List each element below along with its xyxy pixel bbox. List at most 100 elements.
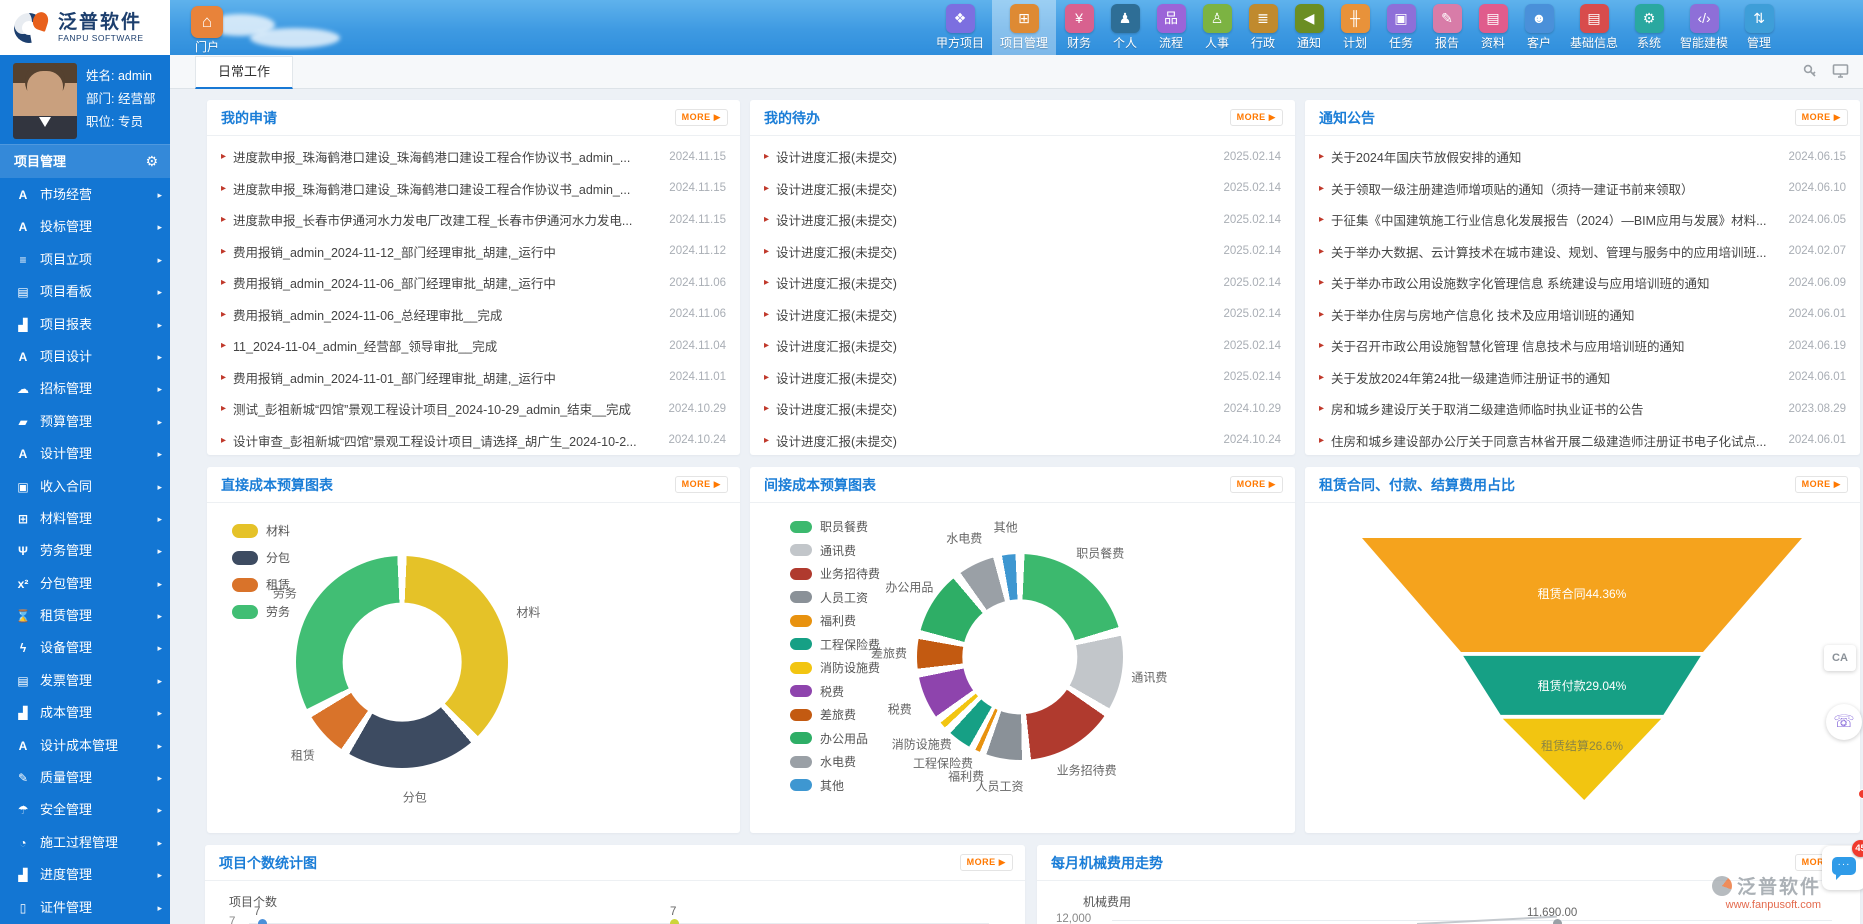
list-item[interactable]: ▸关于召开市政公用设施智慧化管理 信息技术与应用培训班的通知2024.06.19	[1319, 330, 1846, 362]
gear-icon[interactable]: ⚙	[145, 145, 158, 178]
list-item[interactable]: ▸测试_彭祖新城“四馆”景观工程设计项目_2024-10-29_admin_结束…	[221, 393, 726, 425]
sidebar-item-设计管理[interactable]: A设计管理▸	[0, 438, 170, 470]
legend-item[interactable]: 通讯费	[790, 539, 880, 563]
sidebar-item-安全管理[interactable]: ☂安全管理▸	[0, 794, 170, 826]
nav-item-管理[interactable]: ⇅管理	[1736, 0, 1782, 55]
list-item[interactable]: ▸进度款申报_珠海鹤港口建设_珠海鹤港口建设工程合作协议书_admin_...2…	[221, 173, 726, 205]
legend-item[interactable]: 税费	[790, 680, 880, 704]
list-item[interactable]: ▸关于2024年国庆节放假安排的通知2024.06.15	[1319, 141, 1846, 173]
legend-item[interactable]: 差旅费	[790, 703, 880, 727]
legend-item[interactable]: 业务招待费	[790, 562, 880, 586]
sidebar-item-进度管理[interactable]: ▟进度管理▸	[0, 859, 170, 891]
list-item[interactable]: ▸设计审查_彭祖新城“四馆”景观工程设计项目_请选择_胡广生_2024-10-2…	[221, 425, 726, 456]
sidebar-item-设计成本管理[interactable]: A设计成本管理▸	[0, 730, 170, 762]
legend-item[interactable]: 工程保险费	[790, 633, 880, 657]
more-button[interactable]: MORE ▶	[675, 109, 728, 126]
list-item[interactable]: ▸费用报销_admin_2024-11-01_部门经理审批_胡建,_运行中202…	[221, 362, 726, 394]
nav-item-计划[interactable]: ╫计划	[1332, 0, 1378, 55]
list-item[interactable]: ▸11_2024-11-04_admin_经营部_领导审批__完成2024.11…	[221, 330, 726, 362]
nav-item-系统[interactable]: ⚙系统	[1626, 0, 1672, 55]
nav-item-报告[interactable]: ✎报告	[1424, 0, 1470, 55]
phone-support-icon[interactable]: ☏	[1826, 704, 1862, 740]
legend-item[interactable]: 福利费	[790, 609, 880, 633]
legend-item[interactable]: 办公用品	[790, 727, 880, 751]
direct-cost-donut-chart[interactable]	[296, 556, 508, 768]
sidebar-item-成本管理[interactable]: ▟成本管理▸	[0, 697, 170, 729]
list-item[interactable]: ▸设计进度汇报(未提交)2025.02.14	[764, 299, 1281, 331]
more-button[interactable]: MORE ▶	[675, 476, 728, 493]
data-point[interactable]	[1553, 919, 1562, 924]
nav-item-portal[interactable]: ⌂ 门户	[180, 4, 234, 55]
nav-item-人事[interactable]: ♙人事	[1194, 0, 1240, 55]
list-item[interactable]: ▸进度款申报_长春市伊通河水力发电厂改建工程_长春市伊通河水力发电...2024…	[221, 204, 726, 236]
list-item[interactable]: ▸设计进度汇报(未提交)2025.02.14	[764, 204, 1281, 236]
rental-funnel-chart[interactable]: 租赁合同44.36%租赁付款29.04%租赁结算26.6%	[1362, 538, 1802, 800]
sidebar-item-质量管理[interactable]: ✎质量管理▸	[0, 762, 170, 794]
sidebar-item-租赁管理[interactable]: ⌛租赁管理▸	[0, 600, 170, 632]
list-item[interactable]: ▸关于举办住房与房地产信息化 技术及应用培训班的通知2024.06.01	[1319, 299, 1846, 331]
nav-item-行政[interactable]: ≣行政	[1240, 0, 1286, 55]
list-item[interactable]: ▸关于发放2024年第24批一级建造师注册证书的通知2024.06.01	[1319, 362, 1846, 394]
key-icon[interactable]	[1802, 63, 1818, 79]
data-point[interactable]	[670, 919, 679, 924]
nav-item-财务[interactable]: ¥财务	[1056, 0, 1102, 55]
avatar[interactable]	[13, 63, 77, 139]
nav-item-任务[interactable]: ▣任务	[1378, 0, 1424, 55]
sidebar-item-市场经营[interactable]: A市场经营▸	[0, 179, 170, 211]
legend-item[interactable]: 水电费	[790, 750, 880, 774]
nav-item-项目管理[interactable]: ⊞项目管理	[992, 0, 1056, 55]
list-item[interactable]: ▸费用报销_admin_2024-11-12_部门经理审批_胡建,_运行中202…	[221, 236, 726, 268]
sidebar-item-施工过程管理[interactable]: ◔施工过程管理▸	[0, 827, 170, 859]
list-item[interactable]: ▸设计进度汇报(未提交)2025.02.14	[764, 236, 1281, 268]
sidebar-item-收入合同[interactable]: ▣收入合同▸	[0, 471, 170, 503]
nav-item-个人[interactable]: ♟个人	[1102, 0, 1148, 55]
nav-item-甲方项目[interactable]: ❖甲方项目	[928, 0, 992, 55]
more-button[interactable]: MORE ▶	[1795, 109, 1848, 126]
list-item[interactable]: ▸设计进度汇报(未提交)2025.02.14	[764, 267, 1281, 299]
sidebar-item-招标管理[interactable]: ☁招标管理▸	[0, 373, 170, 405]
list-item[interactable]: ▸设计进度汇报(未提交)2024.10.24	[764, 425, 1281, 456]
sidebar-item-项目设计[interactable]: A项目设计▸	[0, 341, 170, 373]
sidebar-item-材料管理[interactable]: ⊞材料管理▸	[0, 503, 170, 535]
legend-item[interactable]: 消防设施费	[790, 656, 880, 680]
list-item[interactable]: ▸关于举办大数据、云计算技术在城市建设、规划、管理与服务中的应用培训班...20…	[1319, 236, 1846, 268]
list-item[interactable]: ▸设计进度汇报(未提交)2025.02.14	[764, 362, 1281, 394]
list-item[interactable]: ▸设计进度汇报(未提交)2025.02.14	[764, 330, 1281, 362]
legend-item[interactable]: 职员餐费	[790, 515, 880, 539]
nav-item-客户[interactable]: ☻客户	[1516, 0, 1562, 55]
legend-item[interactable]: 人员工资	[790, 586, 880, 610]
sidebar-item-设备管理[interactable]: ϟ设备管理▸	[0, 632, 170, 664]
list-item[interactable]: ▸进度款申报_珠海鹤港口建设_珠海鹤港口建设工程合作协议书_admin_...2…	[221, 141, 726, 173]
sidebar-item-分包管理[interactable]: x²分包管理▸	[0, 568, 170, 600]
legend-item[interactable]: 其他	[790, 774, 880, 798]
list-item[interactable]: ▸房和城乡建设厅关于取消二级建造师临时执业证书的公告2023.08.29	[1319, 393, 1846, 425]
list-item[interactable]: ▸设计进度汇报(未提交)2025.02.14	[764, 141, 1281, 173]
sidebar-item-项目看板[interactable]: ▤项目看板▸	[0, 276, 170, 308]
nav-item-通知[interactable]: ◀通知	[1286, 0, 1332, 55]
sidebar-item-项目立项[interactable]: ≡项目立项▸	[0, 244, 170, 276]
legend-item[interactable]: 材料	[232, 517, 290, 544]
list-item[interactable]: ▸关于领取一级注册建造师增项贴的通知（须持一建证书前来领取）2024.06.10	[1319, 173, 1846, 205]
ca-floating-button[interactable]: CA	[1824, 645, 1856, 671]
sidebar-item-发票管理[interactable]: ▤发票管理▸	[0, 665, 170, 697]
nav-item-基础信息[interactable]: ▤基础信息	[1562, 0, 1626, 55]
more-button[interactable]: MORE ▶	[1230, 476, 1283, 493]
list-item[interactable]: ▸费用报销_admin_2024-11-06_总经理审批__完成2024.11.…	[221, 299, 726, 331]
list-item[interactable]: ▸费用报销_admin_2024-11-06_部门经理审批_胡建,_运行中202…	[221, 267, 726, 299]
sidebar-item-证件管理[interactable]: ▯证件管理▸	[0, 892, 170, 924]
list-item[interactable]: ▸设计进度汇报(未提交)2025.02.14	[764, 173, 1281, 205]
more-button[interactable]: MORE ▶	[1230, 109, 1283, 126]
legend-item[interactable]: 劳务	[232, 598, 290, 625]
list-item[interactable]: ▸于征集《中国建筑施工行业信息化发展报告（2024）—BIM应用与发展》材料..…	[1319, 204, 1846, 236]
sidebar-item-预算管理[interactable]: ▰预算管理▸	[0, 406, 170, 438]
sidebar-item-劳务管理[interactable]: Ψ劳务管理▸	[0, 535, 170, 567]
list-item[interactable]: ▸关于举办市政公用设施数字化管理信息 系统建设与应用培训班的通知2024.06.…	[1319, 267, 1846, 299]
legend-item[interactable]: 分包	[232, 544, 290, 571]
list-item[interactable]: ▸住房和城乡建设部办公厅关于同意吉林省开展二级建造师注册证书电子化试点...20…	[1319, 425, 1846, 456]
nav-item-智能建模[interactable]: ‹/›智能建模	[1672, 0, 1736, 55]
more-button[interactable]: MORE ▶	[1795, 476, 1848, 493]
nav-item-资料[interactable]: ▤资料	[1470, 0, 1516, 55]
tab-daily-work[interactable]: 日常工作	[195, 56, 293, 89]
indirect-cost-donut-chart[interactable]	[917, 554, 1123, 760]
sidebar-item-投标管理[interactable]: A投标管理▸	[0, 211, 170, 243]
